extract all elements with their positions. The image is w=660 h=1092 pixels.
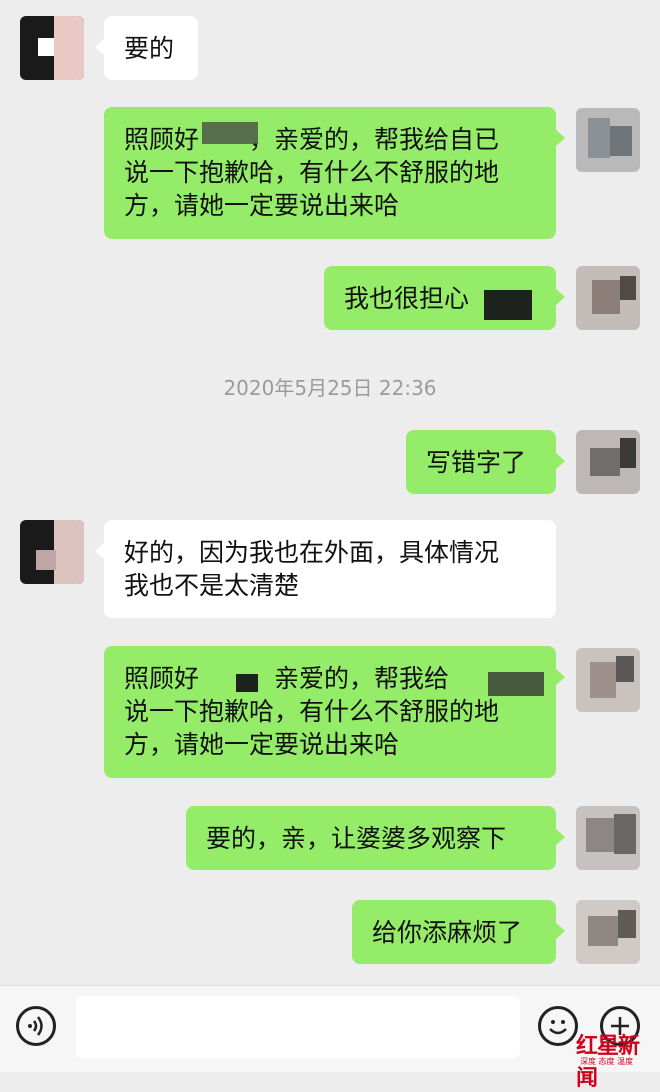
own-avatar[interactable] bbox=[576, 430, 640, 494]
message-bubble[interactable]: 要的 bbox=[95, 16, 198, 80]
censor-mosaic bbox=[202, 122, 258, 144]
censor-mosaic bbox=[236, 674, 258, 692]
contact-avatar[interactable] bbox=[20, 520, 84, 584]
censor-mosaic bbox=[488, 672, 544, 696]
own-avatar[interactable] bbox=[576, 648, 640, 712]
message-bubble[interactable]: 给你添麻烦了 bbox=[352, 900, 565, 964]
message-bubble[interactable]: 好的，因为我也在外面，具体情况 我也不是太清楚 bbox=[95, 520, 556, 618]
contact-avatar[interactable] bbox=[20, 16, 84, 80]
message-bubble[interactable]: 照顾好 ，亲爱的，帮我给自已 说一下抱歉哈，有什么不舒服的地 方，请她一定要说出… bbox=[104, 107, 565, 239]
message-bubble[interactable]: 要的，亲，让婆婆多观察下 bbox=[186, 806, 565, 870]
voice-icon[interactable] bbox=[16, 1006, 56, 1046]
watermark-slogan: 深度 态度 温度 bbox=[580, 1057, 634, 1066]
watermark-logo: 红星新闻 深度 态度 温度 bbox=[566, 1028, 656, 1091]
message-input[interactable] bbox=[76, 996, 520, 1058]
own-avatar[interactable] bbox=[576, 900, 640, 964]
own-avatar[interactable] bbox=[576, 108, 640, 172]
message-bubble[interactable]: 写错字了 bbox=[406, 430, 565, 494]
own-avatar[interactable] bbox=[576, 806, 640, 870]
own-avatar[interactable] bbox=[576, 266, 640, 330]
message-bubble[interactable]: 照顾好 ，亲爱的，帮我给 说一下抱歉哈，有什么不舒服的地 方，请她一定要说出来哈 bbox=[104, 646, 565, 778]
censor-mosaic bbox=[484, 290, 532, 320]
chat-area[interactable]: 要的 照顾好 ，亲爱的，帮我给自已 说一下抱歉哈，有什么不舒服的地 方，请她一定… bbox=[0, 0, 660, 985]
input-bar bbox=[0, 985, 660, 1072]
timestamp: 2020年5月25日 22:36 bbox=[223, 376, 437, 400]
